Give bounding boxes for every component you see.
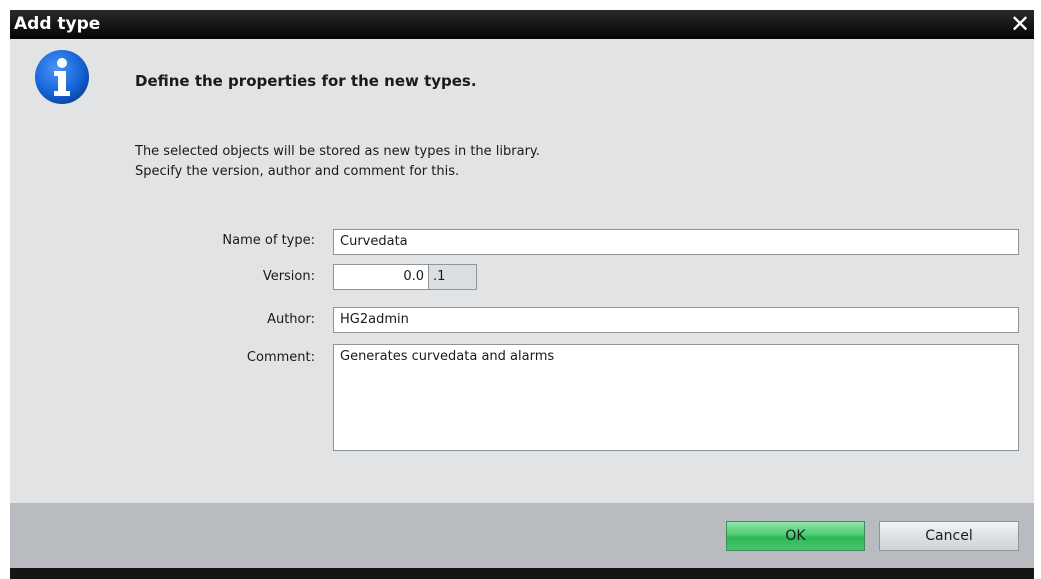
cancel-button[interactable]: Cancel	[879, 521, 1019, 551]
close-icon[interactable]: ✕	[1006, 10, 1034, 39]
name-of-type-input[interactable]: Curvedata	[333, 229, 1019, 255]
title-bar[interactable]: Add type ✕	[10, 10, 1034, 39]
comment-label: Comment:	[246, 350, 315, 365]
version-minor-field: .1	[428, 264, 477, 290]
dialog-heading: Define the properties for the new types.	[135, 72, 477, 90]
author-input[interactable]: HG2admin	[333, 307, 1019, 333]
description-line-1: The selected objects will be stored as n…	[135, 144, 540, 159]
version-label: Version:	[262, 269, 315, 284]
name-of-type-label: Name of type:	[222, 233, 315, 248]
bottom-border	[10, 568, 1034, 579]
add-type-dialog: Add type ✕ Define the properties for the…	[10, 10, 1034, 579]
comment-textarea[interactable]: Generates curvedata and alarms	[333, 344, 1019, 451]
description-line-2: Specify the version, author and comment …	[135, 164, 460, 179]
dialog-title: Add type	[14, 14, 101, 34]
version-major-input[interactable]: 0.0	[333, 264, 429, 290]
ok-button[interactable]: OK	[726, 521, 865, 551]
author-label: Author:	[267, 312, 315, 327]
info-icon	[35, 50, 89, 104]
